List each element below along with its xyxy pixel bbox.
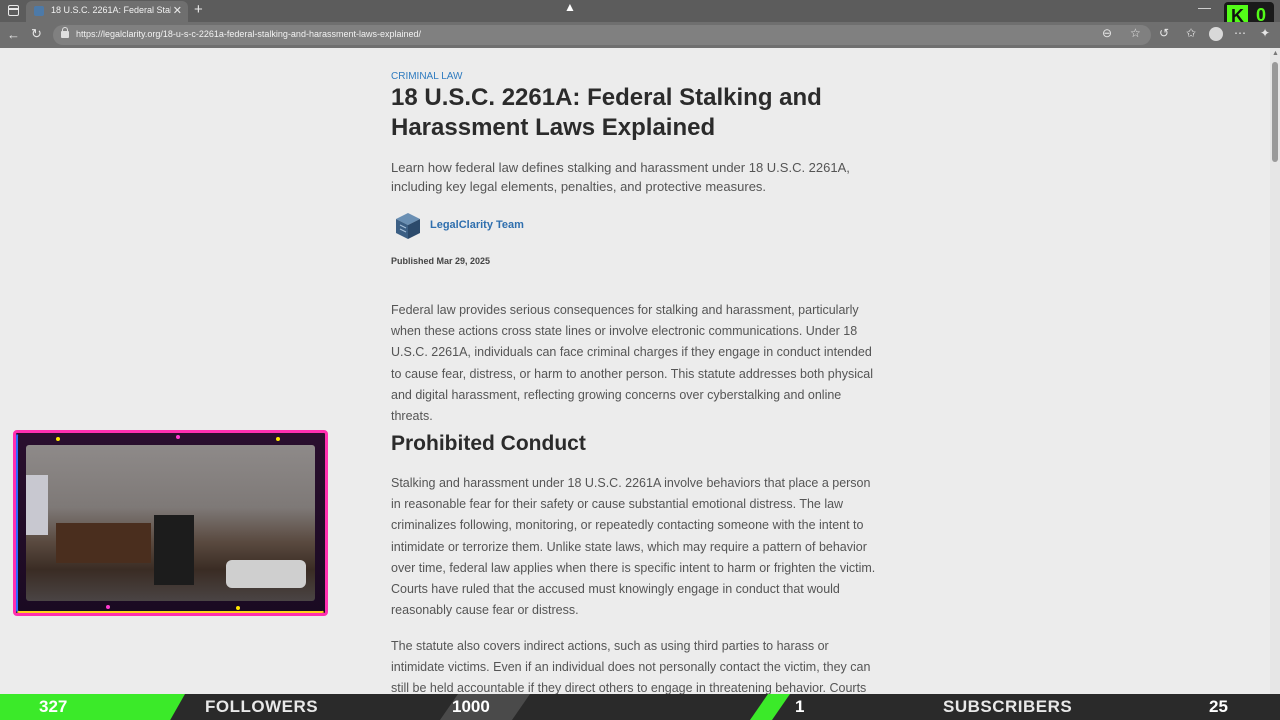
refresh-icon[interactable]: ↺: [1159, 26, 1169, 40]
author-link[interactable]: LegalClarity Team: [430, 219, 524, 231]
profile-icon[interactable]: [1209, 27, 1223, 41]
tab-strip: 18 U.S.C. 2261A: Federal Stalking ✕ + ▲ …: [0, 0, 1280, 22]
frame-spark: [276, 437, 280, 441]
copilot-icon[interactable]: ✦: [1260, 26, 1270, 40]
subscribers-progress-fill: [750, 694, 790, 720]
favorites-icon[interactable]: ✩: [1186, 26, 1196, 40]
page-scrollbar[interactable]: ▲: [1270, 48, 1280, 694]
browser-tab[interactable]: 18 U.S.C. 2261A: Federal Stalking ✕: [26, 1, 188, 22]
minimize-button[interactable]: —: [1198, 0, 1211, 15]
followers-goal: 1000: [452, 697, 490, 716]
article-subtitle: Learn how federal law defines stalking a…: [391, 160, 850, 194]
frame-spark: [106, 605, 110, 609]
article: CRIMINAL LAW 18 U.S.C. 2261A: Federal St…: [391, 48, 881, 694]
webcam-wall: [26, 475, 48, 535]
webcam-sofa: [226, 560, 306, 588]
lock-icon[interactable]: [61, 27, 69, 38]
back-button[interactable]: ←: [7, 27, 20, 42]
webcam-feed: [26, 445, 315, 601]
window-icon[interactable]: [8, 5, 19, 16]
scroll-up-icon[interactable]: ▲: [1272, 50, 1279, 57]
paragraph: Stalking and harassment under 18 U.S.C. …: [391, 476, 876, 618]
followers-label: FOLLOWERS: [205, 697, 319, 716]
stream-stats-bar: 327 FOLLOWERS 1000 1 SUBSCRIBERS 25: [0, 694, 1280, 720]
followers-progress-fill: [0, 694, 185, 720]
followers-count: 327: [39, 697, 68, 716]
published-date: Published Mar 29, 2025: [391, 256, 491, 266]
reload-button[interactable]: ↻: [31, 26, 42, 42]
more-icon[interactable]: ⋯: [1234, 26, 1246, 40]
star-icon[interactable]: ☆: [1130, 26, 1141, 40]
address-toolbar: ← ↻ https://legalclarity.org/18-u-s-c-22…: [0, 22, 1280, 48]
tab-close-icon[interactable]: ✕: [173, 4, 182, 17]
mouse-cursor-icon: ▲: [564, 0, 576, 14]
frame-spark: [56, 437, 60, 441]
author-byline: LegalClarity Team: [391, 210, 691, 242]
section-heading: Prohibited Conduct: [391, 432, 586, 455]
favicon-icon: [34, 6, 44, 16]
webcam-overlay: [13, 430, 328, 616]
tab-title: 18 U.S.C. 2261A: Federal Stalking: [51, 5, 171, 15]
webcam-fridge: [154, 515, 194, 585]
frame-spark: [176, 435, 180, 439]
url-bar[interactable]: https://legalclarity.org/18-u-s-c-2261a-…: [53, 25, 1151, 45]
new-tab-button[interactable]: +: [194, 1, 203, 18]
webcam-cabinet: [56, 523, 151, 563]
paragraph: Federal law provides serious consequence…: [391, 303, 873, 424]
read-aloud-icon[interactable]: ⊖: [1102, 26, 1112, 40]
page-title: 18 U.S.C. 2261A: Federal Stalking and Ha…: [391, 84, 822, 141]
cube-logo-icon: [396, 213, 420, 239]
frame-spark: [236, 606, 240, 610]
subscribers-label: SUBSCRIBERS: [943, 697, 1073, 716]
scroll-thumb[interactable]: [1272, 62, 1278, 162]
url-text[interactable]: https://legalclarity.org/18-u-s-c-2261a-…: [76, 29, 421, 39]
subscribers-goal: 25: [1209, 697, 1228, 716]
category-link[interactable]: CRIMINAL LAW: [391, 71, 463, 82]
paragraph: The statute also covers indirect actions…: [391, 639, 871, 694]
subscribers-count: 1: [795, 697, 805, 716]
